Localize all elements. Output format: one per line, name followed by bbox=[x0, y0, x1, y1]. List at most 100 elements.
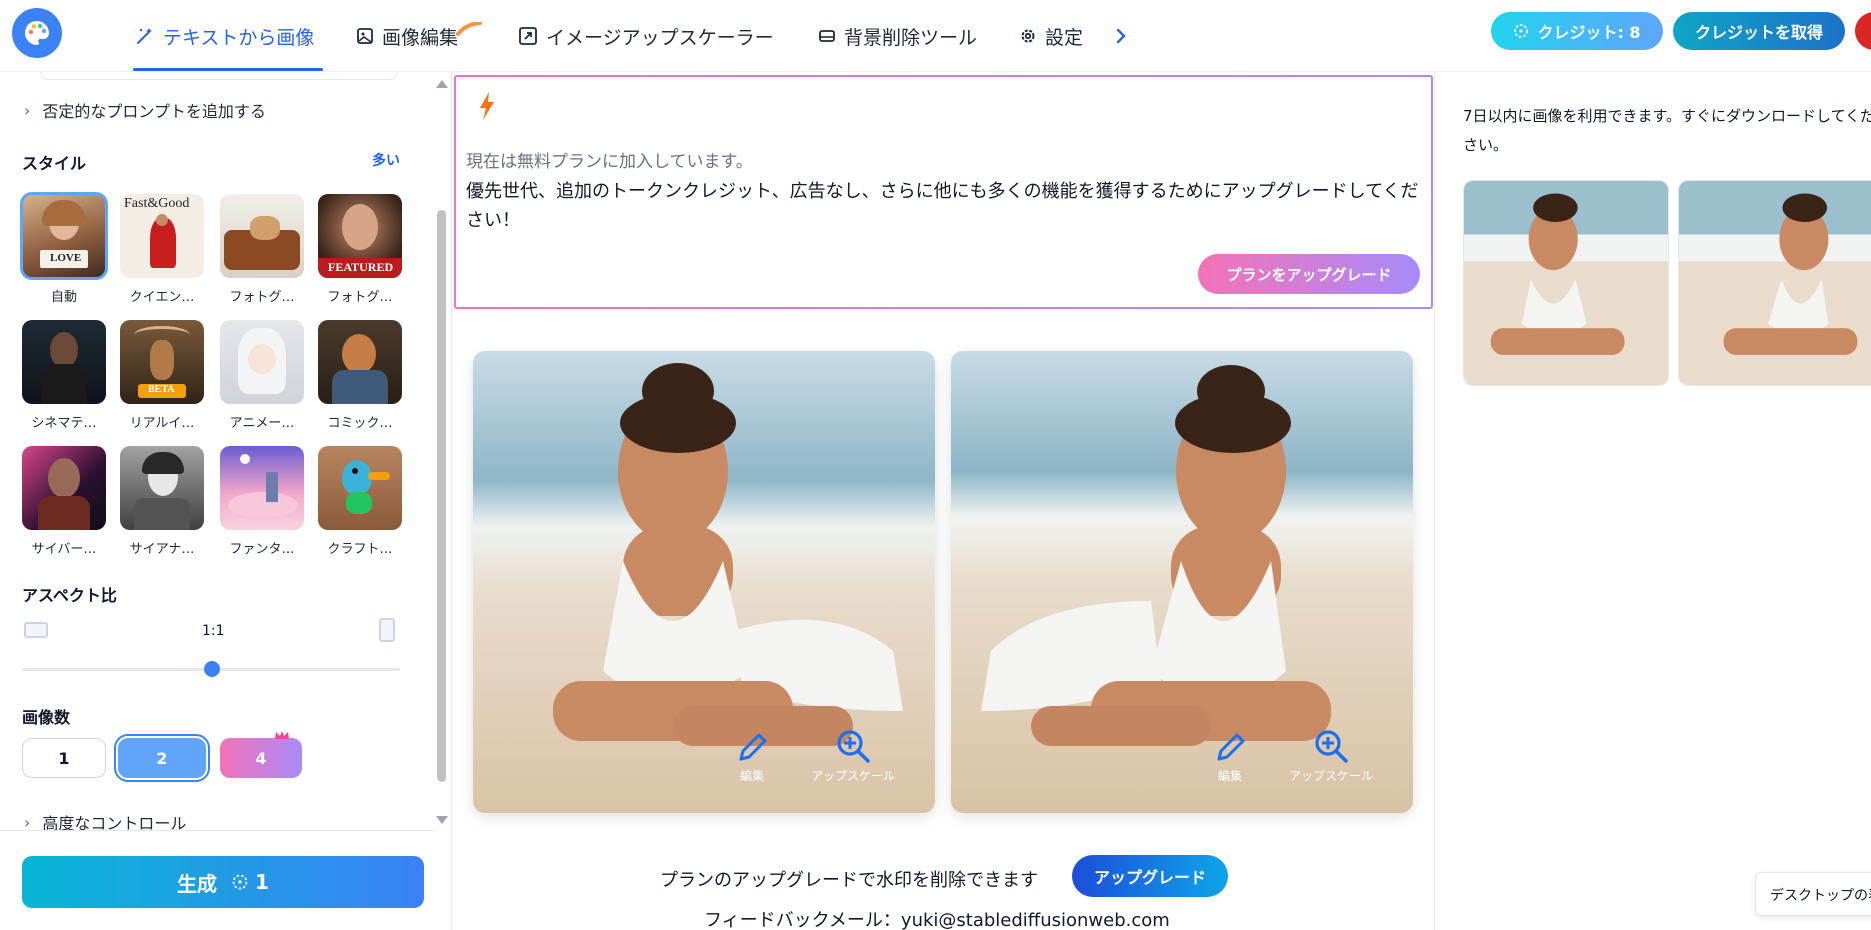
avatar[interactable] bbox=[1855, 12, 1871, 50]
prompt-input-edge bbox=[40, 72, 398, 80]
magic-wand-icon bbox=[137, 28, 152, 44]
tab-background-remover[interactable]: 背景削除ツール bbox=[818, 18, 977, 54]
style-card-auto[interactable]: LOVE 自動 bbox=[20, 192, 108, 305]
style-card-photo-featured[interactable]: FEATURED フォトグ… bbox=[318, 194, 402, 305]
image-count-2-button[interactable]: 2 bbox=[114, 734, 210, 782]
chevron-right-icon: › bbox=[24, 100, 31, 120]
upscale-label: アップスケール bbox=[1289, 769, 1374, 783]
style-card-fantasy[interactable]: ファンタ… bbox=[220, 446, 304, 557]
zoom-in-icon bbox=[1315, 730, 1348, 763]
image-icon bbox=[357, 28, 373, 44]
active-tab-indicator bbox=[133, 68, 323, 71]
feedback-email[interactable]: フィードバックメール：yuki@stablediffusionweb.com bbox=[704, 906, 1170, 930]
pencil-icon bbox=[739, 733, 767, 761]
style-thumbnail bbox=[220, 320, 304, 404]
generate-button[interactable]: 生成 1 bbox=[22, 856, 424, 908]
credits-label: クレジット: 8 bbox=[1537, 23, 1641, 42]
chevron-right-icon bbox=[1116, 28, 1126, 44]
credits-badge[interactable]: クレジット: 8 bbox=[1491, 12, 1663, 50]
retention-note: 7日以内に画像を利用できます。すぐにダウンロードしてください。 bbox=[1463, 107, 1871, 154]
gear-icon bbox=[1021, 29, 1035, 43]
app-logo[interactable] bbox=[12, 8, 62, 58]
thumb-caption: Fast&Good bbox=[124, 196, 190, 211]
tab-settings[interactable]: 設定 bbox=[1019, 18, 1083, 54]
history-image-1[interactable] bbox=[1463, 180, 1669, 386]
count-label: 4 bbox=[255, 748, 267, 768]
history-thumbnail bbox=[1679, 181, 1871, 385]
style-card-queen[interactable]: Fast&Good クイエン… bbox=[120, 194, 204, 305]
history-panel: 7日以内に画像を利用できます。すぐにダウンロードしてください。 bbox=[1434, 72, 1871, 930]
style-label: 自動 bbox=[50, 290, 77, 305]
scrollbar-thumb[interactable] bbox=[437, 210, 446, 782]
style-card-comic[interactable]: コミック… bbox=[318, 320, 402, 431]
edit-action[interactable]: 編集 bbox=[1213, 731, 1247, 784]
style-card-photo-1[interactable]: フォトグ… bbox=[220, 194, 304, 305]
history-image-2[interactable] bbox=[1678, 180, 1871, 386]
landscape-aspect-icon[interactable] bbox=[24, 622, 48, 638]
upgrade-banner: 現在は無料プランに加入しています。 優先世代、追加のトークンクレジット、広告なし… bbox=[454, 75, 1433, 309]
history-thumbnail bbox=[1464, 181, 1668, 385]
settings-panel: › 否定的なプロンプトを追加する スタイル 多い LOVE 自動 Fast&Go… bbox=[0, 72, 452, 930]
style-card-cyanotype[interactable]: サイアナ… bbox=[120, 446, 204, 557]
upgrade-label: アップグレード bbox=[1093, 868, 1206, 887]
aspect-ratio-slider-handle[interactable] bbox=[204, 661, 220, 677]
style-thumbnail: BETA bbox=[120, 320, 204, 404]
style-card-realistic[interactable]: BETA リアルイ… bbox=[120, 320, 204, 431]
tab-image-edit[interactable]: 画像編集 bbox=[356, 18, 483, 54]
edit-action[interactable]: 編集 bbox=[735, 731, 769, 784]
style-card-anime[interactable]: アニメー… bbox=[220, 320, 304, 431]
style-label: サイアナ… bbox=[129, 542, 195, 557]
new-badge-icon bbox=[456, 22, 483, 36]
upgrade-plan-button[interactable]: プランをアップグレード bbox=[1198, 254, 1420, 294]
upgrade-button[interactable]: アップグレード bbox=[1072, 855, 1228, 897]
watermark-notice: プランのアップグレードで水印を削除できます bbox=[660, 870, 1038, 891]
zoom-in-icon bbox=[837, 730, 870, 763]
style-thumbnail bbox=[22, 320, 106, 404]
tab-label: テキストから画像 bbox=[163, 26, 315, 49]
divider bbox=[0, 830, 436, 831]
style-thumbnail bbox=[220, 194, 304, 278]
negative-prompt-toggle[interactable]: › 否定的なプロンプトを追加する bbox=[24, 98, 266, 122]
style-card-cyberpunk[interactable]: サイバー… bbox=[22, 446, 106, 557]
style-thumbnail bbox=[220, 446, 304, 530]
image-count-title: 画像数 bbox=[22, 708, 71, 727]
nav-scroll-right-button[interactable] bbox=[1114, 18, 1128, 54]
style-section-title: スタイル bbox=[22, 154, 87, 173]
thumb-caption: BETA bbox=[148, 384, 175, 395]
credit-coin-icon bbox=[232, 874, 248, 890]
upscale-action[interactable]: アップスケール bbox=[811, 727, 895, 784]
more-styles-link[interactable]: 多い bbox=[372, 150, 400, 170]
scroll-down-arrow[interactable] bbox=[436, 816, 448, 824]
edit-label: 編集 bbox=[739, 769, 764, 783]
result-image-2[interactable]: 編集 アップスケール bbox=[951, 351, 1413, 813]
result-image-1[interactable]: 編集 アップスケール bbox=[473, 351, 935, 813]
scroll-up-arrow[interactable] bbox=[436, 80, 448, 88]
image-count-4-button[interactable]: 4 bbox=[220, 738, 302, 778]
upscale-action[interactable]: アップスケール bbox=[1289, 727, 1373, 784]
style-label: フォトグ… bbox=[229, 290, 295, 305]
image-count-1-button[interactable]: 1 bbox=[22, 738, 106, 778]
style-thumbnail: LOVE bbox=[20, 192, 108, 280]
desktop-tooltip[interactable]: デスクトップの表 bbox=[1755, 872, 1871, 916]
tab-text-to-image[interactable]: テキストから画像 bbox=[135, 18, 314, 54]
count-label: 1 bbox=[58, 748, 70, 768]
style-thumbnail bbox=[318, 446, 402, 530]
portrait-aspect-icon[interactable] bbox=[379, 618, 395, 642]
aspect-ratio-title: アスペクト比 bbox=[22, 586, 117, 605]
style-label: コミック… bbox=[327, 416, 393, 431]
style-label: シネマテ… bbox=[31, 416, 97, 431]
tab-label: 背景削除ツール bbox=[844, 26, 978, 49]
negative-prompt-label: 否定的なプロンプトを追加する bbox=[42, 102, 266, 121]
plan-status-text: 現在は無料プランに加入しています。 bbox=[466, 152, 753, 172]
thumb-caption: LOVE bbox=[50, 252, 82, 264]
top-navigation: テキストから画像 画像編集 イメージアップスケーラー 背景削除ツール 設定 クレ… bbox=[0, 0, 1871, 72]
style-card-cinematic[interactable]: シネマテ… bbox=[22, 320, 106, 431]
style-thumbnail: Fast&Good bbox=[120, 194, 204, 278]
tab-image-upscaler[interactable]: イメージアップスケーラー bbox=[518, 18, 774, 54]
style-label: ファンタ… bbox=[229, 542, 295, 557]
edit-label: 編集 bbox=[1217, 769, 1242, 783]
style-card-craft[interactable]: クラフト… bbox=[318, 446, 402, 557]
style-label: フォトグ… bbox=[327, 290, 393, 305]
count-label: 2 bbox=[156, 748, 168, 768]
get-credits-button[interactable]: クレジットを取得 bbox=[1673, 12, 1845, 50]
